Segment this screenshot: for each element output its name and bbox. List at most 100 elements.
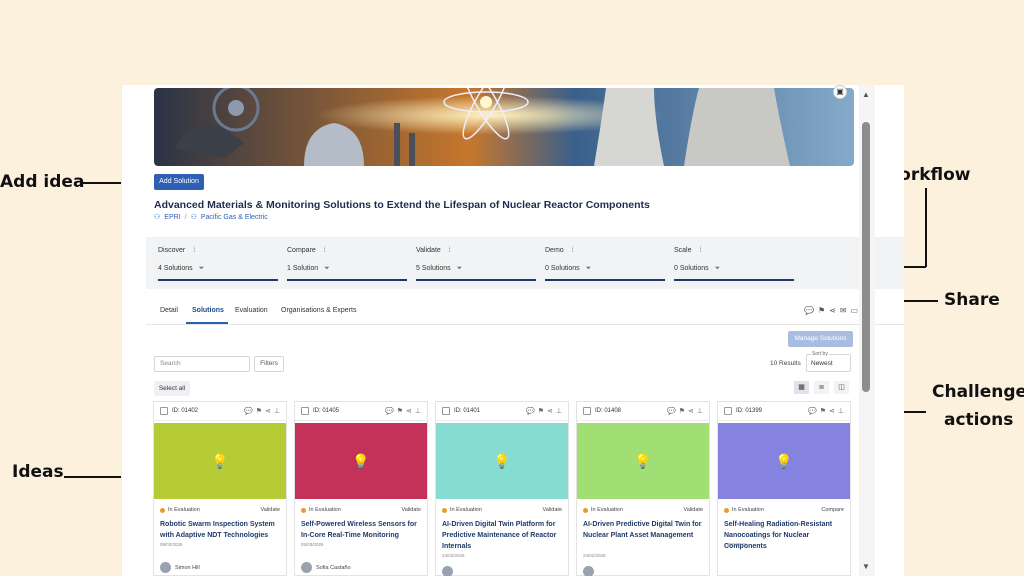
- bookmark-icon[interactable]: ⚑: [679, 407, 685, 415]
- pin-icon[interactable]: ⊥: [415, 407, 421, 415]
- lightbulb-icon: 💡: [211, 452, 229, 469]
- comment-icon[interactable]: 💬: [808, 407, 817, 415]
- present-icon[interactable]: ▭: [851, 306, 859, 315]
- scrollbar-thumb[interactable]: [862, 122, 870, 392]
- comment-icon[interactable]: 💬: [804, 306, 814, 315]
- comment-icon[interactable]: 💬: [667, 407, 676, 415]
- workflow-stage-demo[interactable]: Demo ⁞ 0 Solutions ⏷: [533, 237, 665, 289]
- card-title[interactable]: Self-Powered Wireless Sensors for In-Cor…: [301, 519, 425, 541]
- select-all-button[interactable]: Select all: [154, 381, 190, 396]
- workflow-stage-compare[interactable]: Compare ⁞ 1 Solution ⏷: [275, 237, 407, 289]
- share-icon[interactable]: ⋖: [547, 407, 553, 415]
- bookmark-icon[interactable]: ⚑: [538, 407, 544, 415]
- card-title[interactable]: Self-Healing Radiation-Resistant Nanocoa…: [724, 519, 848, 552]
- pin-icon[interactable]: ⊥: [274, 407, 280, 415]
- card-title[interactable]: Robotic Swarm Inspection System with Ada…: [160, 519, 284, 541]
- banner-image: [154, 88, 854, 166]
- email-icon[interactable]: ✉: [840, 306, 847, 315]
- filter-icon[interactable]: ⏷: [324, 265, 330, 272]
- status-dot: [583, 507, 588, 513]
- callout-challenge-actions-1: Challenge: [932, 382, 1024, 402]
- card-checkbox[interactable]: [442, 407, 450, 415]
- filters-button[interactable]: Filters: [254, 356, 284, 372]
- card-actions: 💬 ⚑ ⋖ ⊥: [808, 407, 844, 415]
- pin-icon[interactable]: ⊥: [838, 407, 844, 415]
- card-thumbnail: 💡: [154, 423, 286, 499]
- stage-underline: [545, 279, 665, 281]
- share-icon[interactable]: ⋖: [688, 407, 694, 415]
- bookmark-icon[interactable]: ⚑: [818, 306, 825, 315]
- idea-card[interactable]: ID: 01401 💬 ⚑ ⋖ ⊥ 💡 In Evaluation Validate …: [435, 401, 569, 576]
- comment-icon[interactable]: 💬: [526, 407, 535, 415]
- list-view-icon[interactable]: ≣: [814, 381, 829, 394]
- workflow-stage-validate[interactable]: Validate ⁞ 5 Solutions ⏷: [404, 237, 536, 289]
- lightbulb-icon: 💡: [775, 452, 793, 469]
- stage-count: 4 Solutions: [158, 265, 193, 272]
- stage-underline: [416, 279, 536, 281]
- share-icon[interactable]: ⋖: [829, 306, 836, 315]
- info-icon: ⁞: [193, 247, 196, 254]
- card-actions: 💬 ⚑ ⋖ ⊥: [385, 407, 421, 415]
- tab-solutions[interactable]: Solutions: [192, 307, 224, 314]
- card-id: ID: 01405: [313, 408, 340, 414]
- filter-icon[interactable]: ⏷: [457, 265, 463, 272]
- scroll-down-icon[interactable]: ▼: [862, 562, 870, 571]
- card-stage: Validate: [542, 507, 562, 513]
- share-icon[interactable]: ⋖: [829, 407, 835, 415]
- tab-organisations-experts[interactable]: Organisations & Experts: [281, 307, 356, 314]
- info-icon: ⁞: [448, 247, 451, 254]
- idea-card[interactable]: ID: 01402 💬 ⚑ ⋖ ⊥ 💡 In Evaluation Validate …: [153, 401, 287, 576]
- card-stage: Validate: [401, 507, 421, 513]
- card-id: ID: 01408: [595, 408, 622, 414]
- manage-solutions-button[interactable]: Manage Solutions: [788, 331, 853, 347]
- card-checkbox[interactable]: [724, 407, 732, 415]
- card-checkbox[interactable]: [301, 407, 309, 415]
- card-stage: Validate: [683, 507, 703, 513]
- bookmark-icon[interactable]: ⚑: [397, 407, 403, 415]
- banner-image-icon[interactable]: ▣: [833, 85, 847, 99]
- idea-card[interactable]: ID: 01405 💬 ⚑ ⋖ ⊥ 💡 In Evaluation Validate …: [294, 401, 428, 576]
- card-checkbox[interactable]: [583, 407, 591, 415]
- board-view-icon[interactable]: ◫: [834, 381, 849, 394]
- pin-icon[interactable]: ⊥: [556, 407, 562, 415]
- filter-icon[interactable]: ⏷: [586, 265, 592, 272]
- card-date: 05/03/2026: [301, 542, 324, 547]
- share-icon[interactable]: ⋖: [406, 407, 412, 415]
- card-thumbnail: 💡: [295, 423, 427, 499]
- scroll-up-icon[interactable]: ▲: [862, 90, 870, 99]
- pin-icon[interactable]: ⊥: [697, 407, 703, 415]
- search-input[interactable]: Search: [154, 356, 250, 372]
- org-link-epri[interactable]: EPRI: [164, 214, 180, 221]
- tab-evaluation[interactable]: Evaluation: [235, 307, 268, 314]
- info-icon: ⁞: [571, 247, 574, 254]
- idea-card[interactable]: ID: 01399 💬 ⚑ ⋖ ⊥ 💡 In Evaluation Compare S…: [717, 401, 851, 576]
- stage-count: 0 Solutions: [545, 265, 580, 272]
- comment-icon[interactable]: 💬: [385, 407, 394, 415]
- grid-view-icon[interactable]: ▦: [794, 381, 809, 394]
- info-icon: ⁞: [323, 247, 326, 254]
- stage-name: Validate: [416, 247, 441, 254]
- card-id: ID: 01402: [172, 408, 199, 414]
- comment-icon[interactable]: 💬: [244, 407, 253, 415]
- card-title[interactable]: AI-Driven Predictive Digital Twin for Nu…: [583, 519, 707, 541]
- org-separator: /: [184, 213, 187, 221]
- bookmark-icon[interactable]: ⚑: [820, 407, 826, 415]
- tab-detail[interactable]: Detail: [160, 307, 178, 314]
- share-icon[interactable]: ⋖: [265, 407, 271, 415]
- sort-select[interactable]: Sort by Newest: [806, 351, 851, 372]
- org-link-pge[interactable]: Pacific Gas & Electric: [201, 214, 268, 221]
- card-checkbox[interactable]: [160, 407, 168, 415]
- card-status: In Evaluation: [450, 507, 482, 513]
- lightbulb-icon: 💡: [352, 452, 370, 469]
- add-solution-button[interactable]: Add Solution: [154, 174, 204, 190]
- bookmark-icon[interactable]: ⚑: [256, 407, 262, 415]
- idea-card[interactable]: ID: 01408 💬 ⚑ ⋖ ⊥ 💡 In Evaluation Validate …: [576, 401, 710, 576]
- workflow-stage-discover[interactable]: Discover ⁞ 4 Solutions ⏷: [146, 237, 278, 289]
- card-title[interactable]: AI-Driven Digital Twin Platform for Pred…: [442, 519, 566, 552]
- sort-value: Newest: [811, 360, 833, 367]
- filter-icon[interactable]: ⏷: [715, 265, 721, 272]
- card-status: In Evaluation: [168, 507, 200, 513]
- avatar: [160, 562, 171, 573]
- filter-icon[interactable]: ⏷: [199, 265, 205, 272]
- workflow-stage-scale[interactable]: Scale ⁞ 0 Solutions ⏷: [662, 237, 794, 289]
